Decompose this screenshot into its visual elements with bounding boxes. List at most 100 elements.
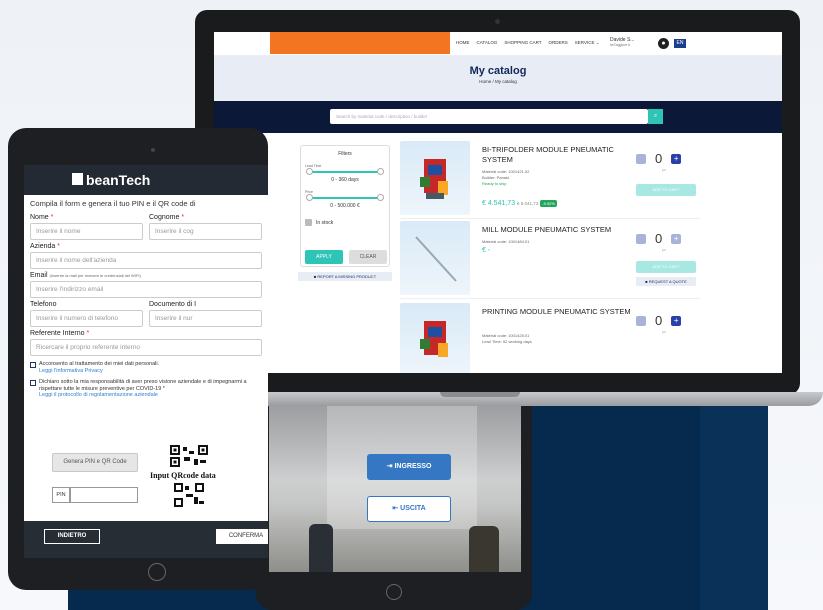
slider-handle-max[interactable] bbox=[377, 168, 384, 175]
apply-button[interactable]: APPLY bbox=[305, 250, 343, 264]
nav-link-catalog[interactable]: CATALOG bbox=[477, 40, 498, 46]
registration-tablet: beanTech Compila il form e genera il tuo… bbox=[8, 128, 268, 590]
privacy-link[interactable]: Leggi l'informativa Privacy bbox=[39, 368, 103, 374]
price-slider[interactable] bbox=[306, 194, 384, 201]
hero-composition: ⇥ INGRESSO ⇤ USCITA HOME CATALOG SHOPPIN… bbox=[0, 0, 823, 610]
price: € 4.541,73 bbox=[482, 200, 516, 207]
decrease-button[interactable] bbox=[636, 233, 646, 244]
product-image[interactable] bbox=[400, 221, 470, 295]
azienda-input[interactable]: Inserire il nome dell'azienda bbox=[30, 252, 262, 269]
email-input[interactable]: Inserire l'indirizzo email bbox=[30, 281, 262, 298]
required-mark: * bbox=[86, 330, 90, 337]
lead-time: Lead Time: 52 working days bbox=[482, 339, 532, 344]
checkbox-icon[interactable] bbox=[30, 380, 36, 387]
product-image[interactable] bbox=[400, 303, 470, 373]
product-image[interactable] bbox=[400, 141, 470, 215]
clear-button[interactable]: CLEAR bbox=[349, 250, 387, 264]
search-input[interactable]: Search by material code / description / … bbox=[330, 109, 648, 124]
pin-input[interactable] bbox=[70, 487, 138, 503]
slider-handle-min[interactable] bbox=[306, 194, 313, 201]
privacy-consent-checkbox[interactable]: Acconsento al trattamento dei miei dati … bbox=[30, 361, 262, 374]
pin-label: PIN bbox=[52, 487, 70, 503]
increase-button[interactable]: + bbox=[671, 153, 682, 164]
checkbox-icon[interactable] bbox=[305, 219, 312, 226]
referente-label: Referente Interno * bbox=[30, 330, 262, 337]
email-label: Email (Inserire la mail per ricevere le … bbox=[30, 272, 262, 279]
form-intro: Compila il form e genera il tuo PIN e il… bbox=[30, 199, 196, 208]
generate-pin-button[interactable]: Genera PIN e QR Code bbox=[52, 453, 138, 472]
request-quote-label: REQUEST A QUOTE bbox=[648, 279, 687, 284]
exit-button[interactable]: ⇤ USCITA bbox=[367, 496, 451, 522]
required-mark: * bbox=[181, 214, 185, 221]
telefono-input[interactable]: Inserire il numero di telefono bbox=[30, 310, 143, 327]
home-button[interactable] bbox=[148, 563, 166, 581]
add-to-cart-button[interactable]: ADD TO CART bbox=[636, 261, 696, 273]
in-stock-checkbox[interactable]: In stock bbox=[305, 219, 389, 226]
checkbox-icon[interactable] bbox=[30, 362, 36, 368]
quantity-value[interactable]: 0 bbox=[655, 151, 662, 166]
product-name[interactable]: MILL MODULE PNEUMATIC SYSTEM bbox=[482, 225, 632, 235]
lead-time-slider[interactable] bbox=[306, 168, 384, 175]
slider-handle-max[interactable] bbox=[377, 194, 384, 201]
user-menu[interactable]: Davide S... beTaggiore.it bbox=[610, 37, 634, 47]
cognome-label-text: Cognome bbox=[149, 214, 180, 221]
enter-button-label: INGRESSO bbox=[394, 463, 432, 470]
email-label-text: Email bbox=[30, 272, 48, 279]
qr-code-label: Input QRcode data bbox=[150, 471, 216, 480]
telefono-label: Telefono bbox=[30, 301, 57, 308]
product-name[interactable]: BI-TRIFOLDER MODULE PNEUMATIC SYSTEM bbox=[482, 145, 632, 165]
quantity-value[interactable]: 0 bbox=[655, 313, 662, 328]
request-quote-button[interactable]: ■ REQUEST A QUOTE bbox=[636, 277, 696, 286]
documento-input[interactable]: Inserire il nur bbox=[149, 310, 262, 327]
confirm-button[interactable]: CONFERMA bbox=[216, 529, 268, 544]
product-card: PRINTING MODULE PNEUMATIC SYSTEM Materia… bbox=[400, 303, 700, 373]
decrease-button[interactable] bbox=[636, 153, 646, 164]
language-flag-icon[interactable]: EN bbox=[674, 39, 686, 48]
form-footer: INDIETRO CONFERMA bbox=[24, 521, 268, 558]
product-name[interactable]: PRINTING MODULE PNEUMATIC SYSTEM bbox=[482, 307, 632, 317]
enter-button[interactable]: ⇥ INGRESSO bbox=[367, 454, 451, 480]
account-icon[interactable]: ● bbox=[658, 38, 669, 49]
qr-code-icon bbox=[174, 483, 204, 507]
registration-form: Compila il form e genera il tuo PIN e il… bbox=[24, 195, 268, 403]
increase-button[interactable]: + bbox=[671, 233, 682, 244]
user-subtitle: beTaggiore.it bbox=[610, 43, 631, 47]
nav-link-cart[interactable]: SHOPPING CART bbox=[504, 40, 541, 46]
required-mark: * bbox=[50, 214, 54, 221]
search-bar: Search by material code / description / … bbox=[214, 101, 782, 133]
increase-button[interactable]: + bbox=[671, 315, 682, 326]
machine-illustration bbox=[420, 321, 448, 357]
nav-link-service[interactable]: SERVICE ⌄ bbox=[575, 40, 600, 46]
protocol-link[interactable]: Leggi il protocollo di regolamentazione … bbox=[39, 392, 158, 398]
decrease-button[interactable] bbox=[636, 315, 646, 326]
required-mark: * bbox=[57, 243, 60, 250]
filters-panel: Filters Lead Time 0 - 360 days Price 0 -… bbox=[300, 145, 390, 267]
nav-link-orders[interactable]: ORDERS bbox=[549, 40, 568, 46]
home-button[interactable] bbox=[386, 584, 402, 600]
slider-handle-min[interactable] bbox=[306, 168, 313, 175]
quantity-stepper: 0 + bbox=[636, 313, 682, 328]
shipping-status: Ready to ship bbox=[482, 181, 507, 186]
shaft-illustration bbox=[415, 236, 457, 282]
referente-input[interactable]: Ricercare il proprio referente interno bbox=[30, 339, 262, 356]
login-icon: ⇥ bbox=[386, 463, 393, 470]
nav-link-home[interactable]: HOME bbox=[456, 40, 470, 46]
covid-consent-checkbox[interactable]: Dichiaro sotto la mia responsabilità di … bbox=[30, 379, 262, 399]
logout-icon: ⇤ bbox=[392, 505, 399, 512]
qr-code-icon bbox=[170, 445, 208, 467]
search-button[interactable]: ⌕ bbox=[648, 109, 663, 124]
brand-logo-icon bbox=[72, 173, 83, 185]
cognome-input[interactable]: Inserire il cog bbox=[149, 223, 262, 240]
back-button[interactable]: INDIETRO bbox=[44, 529, 100, 544]
report-missing-product-button[interactable]: ■ REPORT A MISSING PRODUCT bbox=[298, 272, 392, 281]
camera-icon bbox=[151, 148, 155, 152]
camera-icon bbox=[495, 19, 500, 24]
nome-input[interactable]: Inserire il nome bbox=[30, 223, 143, 240]
breadcrumb: Home / My catalog bbox=[479, 79, 517, 84]
add-to-cart-button[interactable]: ADD TO CART bbox=[636, 184, 696, 196]
product-price: € 4.541,73 € 5.041,73 -9.92% bbox=[482, 200, 557, 207]
product-meta: Material code: 1001421.02 Builder: Panas… bbox=[482, 169, 529, 187]
quantity-value[interactable]: 0 bbox=[655, 231, 662, 246]
quantity-stepper: 0 + bbox=[636, 231, 682, 246]
referente-label-text: Referente Interno bbox=[30, 330, 85, 337]
